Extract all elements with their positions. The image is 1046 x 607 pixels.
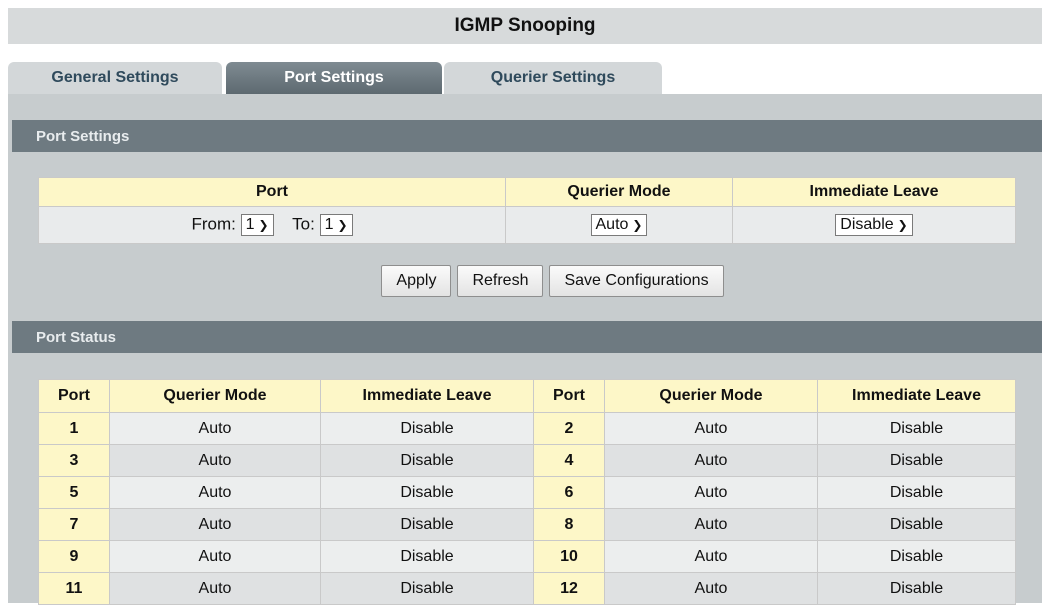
page-title: IGMP Snooping: [8, 8, 1042, 44]
querier-mode-value: Auto: [595, 216, 629, 233]
immediate-leave-value: Disable: [840, 216, 894, 233]
immediate-leave-cell: Disable: [817, 412, 1016, 445]
querier-mode-cell: Auto: [109, 476, 321, 509]
port-header: Port: [38, 177, 506, 207]
from-label: From:: [191, 214, 236, 234]
querier-mode-cell: Auto: [604, 444, 818, 477]
port-cell: 12: [533, 572, 605, 605]
querier-mode-header: Querier Mode: [505, 177, 733, 207]
immediate-leave-cell: Disable: [817, 540, 1016, 573]
status-header-querier-mode: Querier Mode: [604, 379, 818, 413]
immediate-leave-cell: Disable: [320, 572, 534, 605]
port-cell: 8: [533, 508, 605, 541]
port-cell: 10: [533, 540, 605, 573]
querier-mode-cell: Auto: [109, 540, 321, 573]
port-cell: 2: [533, 412, 605, 445]
refresh-button[interactable]: Refresh: [457, 265, 544, 297]
tab-general-settings[interactable]: General Settings: [8, 62, 222, 94]
table-row: 9 Auto Disable 10 Auto Disable: [38, 540, 1016, 573]
port-cell: 3: [38, 444, 110, 477]
port-settings-table: Port Querier Mode Immediate Leave From: …: [38, 177, 1016, 244]
status-header-immediate-leave: Immediate Leave: [320, 379, 534, 413]
status-header-immediate-leave: Immediate Leave: [817, 379, 1016, 413]
immediate-leave-cell: Disable: [320, 444, 534, 477]
querier-mode-select[interactable]: Auto ❯: [590, 214, 648, 236]
table-row: 11 Auto Disable 12 Auto Disable: [38, 572, 1016, 605]
querier-mode-cell: Auto: [604, 476, 818, 509]
apply-button[interactable]: Apply: [381, 265, 452, 297]
status-header-port: Port: [38, 379, 110, 413]
port-settings-heading: Port Settings: [12, 120, 1042, 152]
table-row: 1 Auto Disable 2 Auto Disable: [38, 412, 1016, 445]
immediate-leave-cell: Disable: [320, 508, 534, 541]
button-row: Apply Refresh Save Configurations: [8, 265, 1042, 297]
querier-mode-cell: Auto: [604, 412, 818, 445]
to-port-value: 1: [324, 216, 334, 233]
from-port-select[interactable]: 1 ❯: [240, 214, 274, 236]
port-cell: 11: [38, 572, 110, 605]
querier-mode-cell: Auto: [109, 444, 321, 477]
status-header-querier-mode: Querier Mode: [109, 379, 321, 413]
querier-mode-cell: Auto: [604, 508, 818, 541]
port-cell: 6: [533, 476, 605, 509]
tab-port-settings[interactable]: Port Settings: [226, 62, 442, 94]
port-cell: 7: [38, 508, 110, 541]
port-status-heading: Port Status: [12, 321, 1042, 353]
immediate-leave-cell: Disable: [817, 572, 1016, 605]
tab-querier-settings[interactable]: Querier Settings: [444, 62, 662, 94]
port-cell: 5: [38, 476, 110, 509]
port-range-cell: From: 1 ❯ To: 1 ❯: [38, 206, 506, 244]
querier-mode-cell: Auto: [109, 572, 321, 605]
status-header-port: Port: [533, 379, 605, 413]
querier-mode-cell: Auto: [109, 508, 321, 541]
save-configurations-button[interactable]: Save Configurations: [549, 265, 724, 297]
querier-mode-cell: Auto: [604, 540, 818, 573]
chevron-down-icon: ❯: [258, 218, 269, 232]
to-label: To:: [292, 214, 315, 234]
chevron-down-icon: ❯: [632, 218, 643, 232]
querier-mode-cell: Auto: [109, 412, 321, 445]
immediate-leave-cell: Disable: [817, 476, 1016, 509]
immediate-leave-cell: Disable: [320, 540, 534, 573]
immediate-leave-cell: Disable: [817, 508, 1016, 541]
immediate-leave-cell: Disable ❯: [732, 206, 1016, 244]
port-cell: 4: [533, 444, 605, 477]
chevron-down-icon: ❯: [337, 218, 348, 232]
immediate-leave-cell: Disable: [817, 444, 1016, 477]
immediate-leave-select[interactable]: Disable ❯: [835, 214, 913, 236]
querier-mode-cell: Auto: [604, 572, 818, 605]
table-row: 5 Auto Disable 6 Auto Disable: [38, 476, 1016, 509]
port-status-table: Port Querier Mode Immediate Leave Port Q…: [38, 379, 1016, 605]
content-panel: Port Settings Port Querier Mode Immediat…: [8, 94, 1042, 605]
table-row: 3 Auto Disable 4 Auto Disable: [38, 444, 1016, 477]
table-row: 7 Auto Disable 8 Auto Disable: [38, 508, 1016, 541]
immediate-leave-cell: Disable: [320, 476, 534, 509]
immediate-leave-cell: Disable: [320, 412, 534, 445]
from-port-value: 1: [245, 216, 255, 233]
port-cell: 9: [38, 540, 110, 573]
immediate-leave-header: Immediate Leave: [732, 177, 1016, 207]
querier-mode-cell: Auto ❯: [505, 206, 733, 244]
tab-bar: General Settings Port Settings Querier S…: [8, 62, 708, 94]
chevron-down-icon: ❯: [897, 218, 908, 232]
port-cell: 1: [38, 412, 110, 445]
to-port-select[interactable]: 1 ❯: [319, 214, 353, 236]
